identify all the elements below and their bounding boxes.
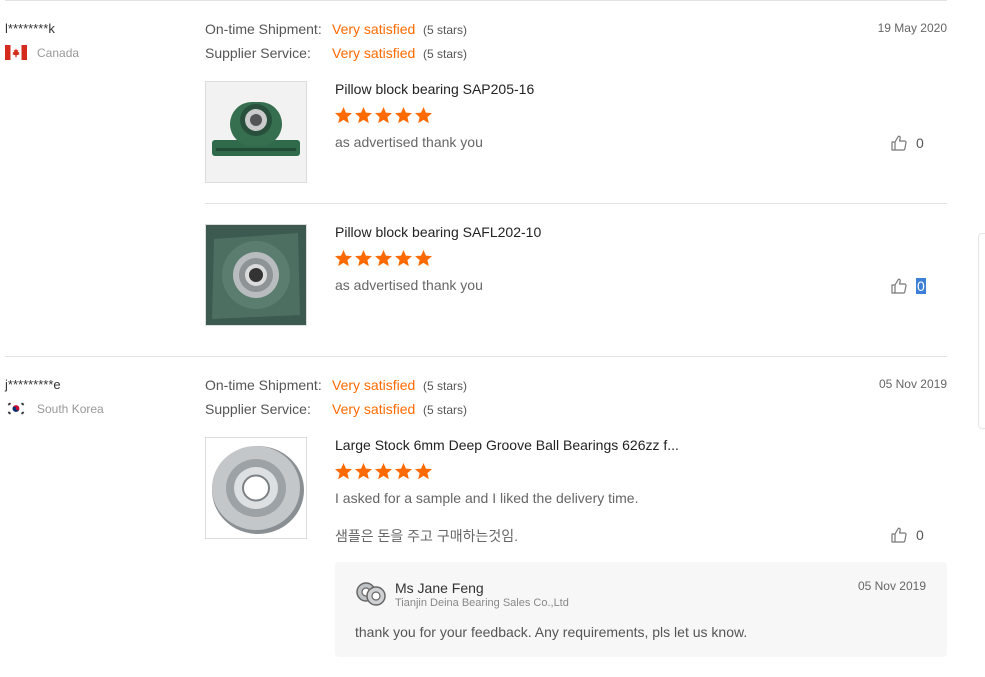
country-name: Canada	[37, 45, 80, 60]
star-icon	[355, 107, 372, 124]
star-icon	[355, 250, 372, 267]
helpful-button[interactable]: 0	[890, 277, 926, 295]
star-icon	[395, 107, 412, 124]
reply-date: 05 Nov 2019	[857, 579, 926, 593]
review-text-translated: 샘플은 돈을 주고 구매하는것임.	[335, 528, 518, 544]
reply-text: thank you for your feedback. Any require…	[355, 624, 748, 640]
product-title[interactable]: Pillow block bearing SAFL202-10	[335, 224, 541, 240]
review-text: I asked for a sample and I liked the del…	[335, 490, 639, 506]
thumbs-up-icon	[891, 135, 907, 151]
star-icon	[335, 250, 352, 267]
thumbs-up-icon	[891, 278, 907, 294]
scroll-panel-edge[interactable]	[978, 233, 985, 429]
star-icon	[375, 107, 392, 124]
star-icon	[415, 107, 432, 124]
product-title[interactable]: Pillow block bearing SAP205-16	[335, 81, 534, 97]
ball-bearing-image	[206, 438, 306, 538]
shipment-stars: (5 stars)	[423, 379, 468, 393]
service-value: Very satisfied	[332, 45, 416, 61]
reply-author: Ms Jane Feng	[395, 580, 484, 596]
shipment-rating: On-time Shipment: Very satisfied (5 star…	[205, 21, 467, 37]
thumbs-up-icon	[891, 527, 907, 543]
bearing-avatar-icon	[356, 582, 386, 606]
review-text: as advertised thank you	[335, 134, 483, 150]
helpful-count: 0	[916, 278, 926, 294]
shipment-value: Very satisfied	[332, 377, 416, 393]
shipment-label: On-time Shipment:	[205, 21, 322, 37]
reply-company: Tianjin Deina Bearing Sales Co.,Ltd	[395, 597, 569, 609]
product-thumbnail[interactable]	[205, 81, 307, 183]
star-icon	[355, 463, 372, 480]
product-title[interactable]: Large Stock 6mm Deep Groove Ball Bearing…	[335, 437, 679, 453]
star-icon	[395, 250, 412, 267]
product-thumbnail[interactable]	[205, 224, 307, 326]
star-icon	[335, 107, 352, 124]
service-rating: Supplier Service: Very satisfied (5 star…	[205, 401, 467, 417]
divider	[5, 356, 947, 357]
service-rating: Supplier Service: Very satisfied (5 star…	[205, 45, 467, 61]
canada-flag-icon	[5, 45, 27, 60]
service-label: Supplier Service:	[205, 401, 311, 417]
divider	[205, 203, 947, 204]
helpful-button[interactable]: 0	[890, 526, 924, 544]
supplier-reply: Ms Jane Feng Tianjin Deina Bearing Sales…	[335, 562, 947, 657]
pillow-block-image	[206, 82, 306, 182]
item-star-rating	[334, 462, 433, 481]
buyer-name: l********k	[5, 21, 55, 36]
star-icon	[415, 250, 432, 267]
star-icon	[415, 463, 432, 480]
review-text: as advertised thank you	[335, 277, 483, 293]
service-stars: (5 stars)	[423, 47, 468, 61]
shipment-rating: On-time Shipment: Very satisfied (5 star…	[205, 377, 467, 393]
shipment-value: Very satisfied	[332, 21, 416, 37]
product-thumbnail[interactable]	[205, 437, 307, 539]
star-icon	[375, 463, 392, 480]
helpful-count: 0	[916, 135, 924, 151]
item-star-rating	[334, 249, 433, 268]
star-icon	[395, 463, 412, 480]
divider	[5, 0, 947, 1]
buyer-country: Canada	[5, 45, 79, 60]
star-icon	[375, 250, 392, 267]
south-korea-flag-icon	[5, 401, 27, 416]
country-name: South Korea	[37, 401, 104, 416]
service-value: Very satisfied	[332, 401, 416, 417]
shipment-label: On-time Shipment:	[205, 377, 322, 393]
buyer-name: j*********e	[5, 377, 61, 392]
review-date: 19 May 2020	[877, 21, 947, 35]
review-date: 05 Nov 2019	[878, 377, 947, 391]
helpful-button[interactable]: 0	[890, 134, 924, 152]
flange-bearing-image	[206, 225, 306, 325]
service-stars: (5 stars)	[423, 403, 468, 417]
buyer-country: South Korea	[5, 401, 104, 416]
star-icon	[335, 463, 352, 480]
helpful-count: 0	[916, 527, 924, 543]
service-label: Supplier Service:	[205, 45, 311, 61]
item-star-rating	[334, 106, 433, 125]
shipment-stars: (5 stars)	[423, 23, 468, 37]
